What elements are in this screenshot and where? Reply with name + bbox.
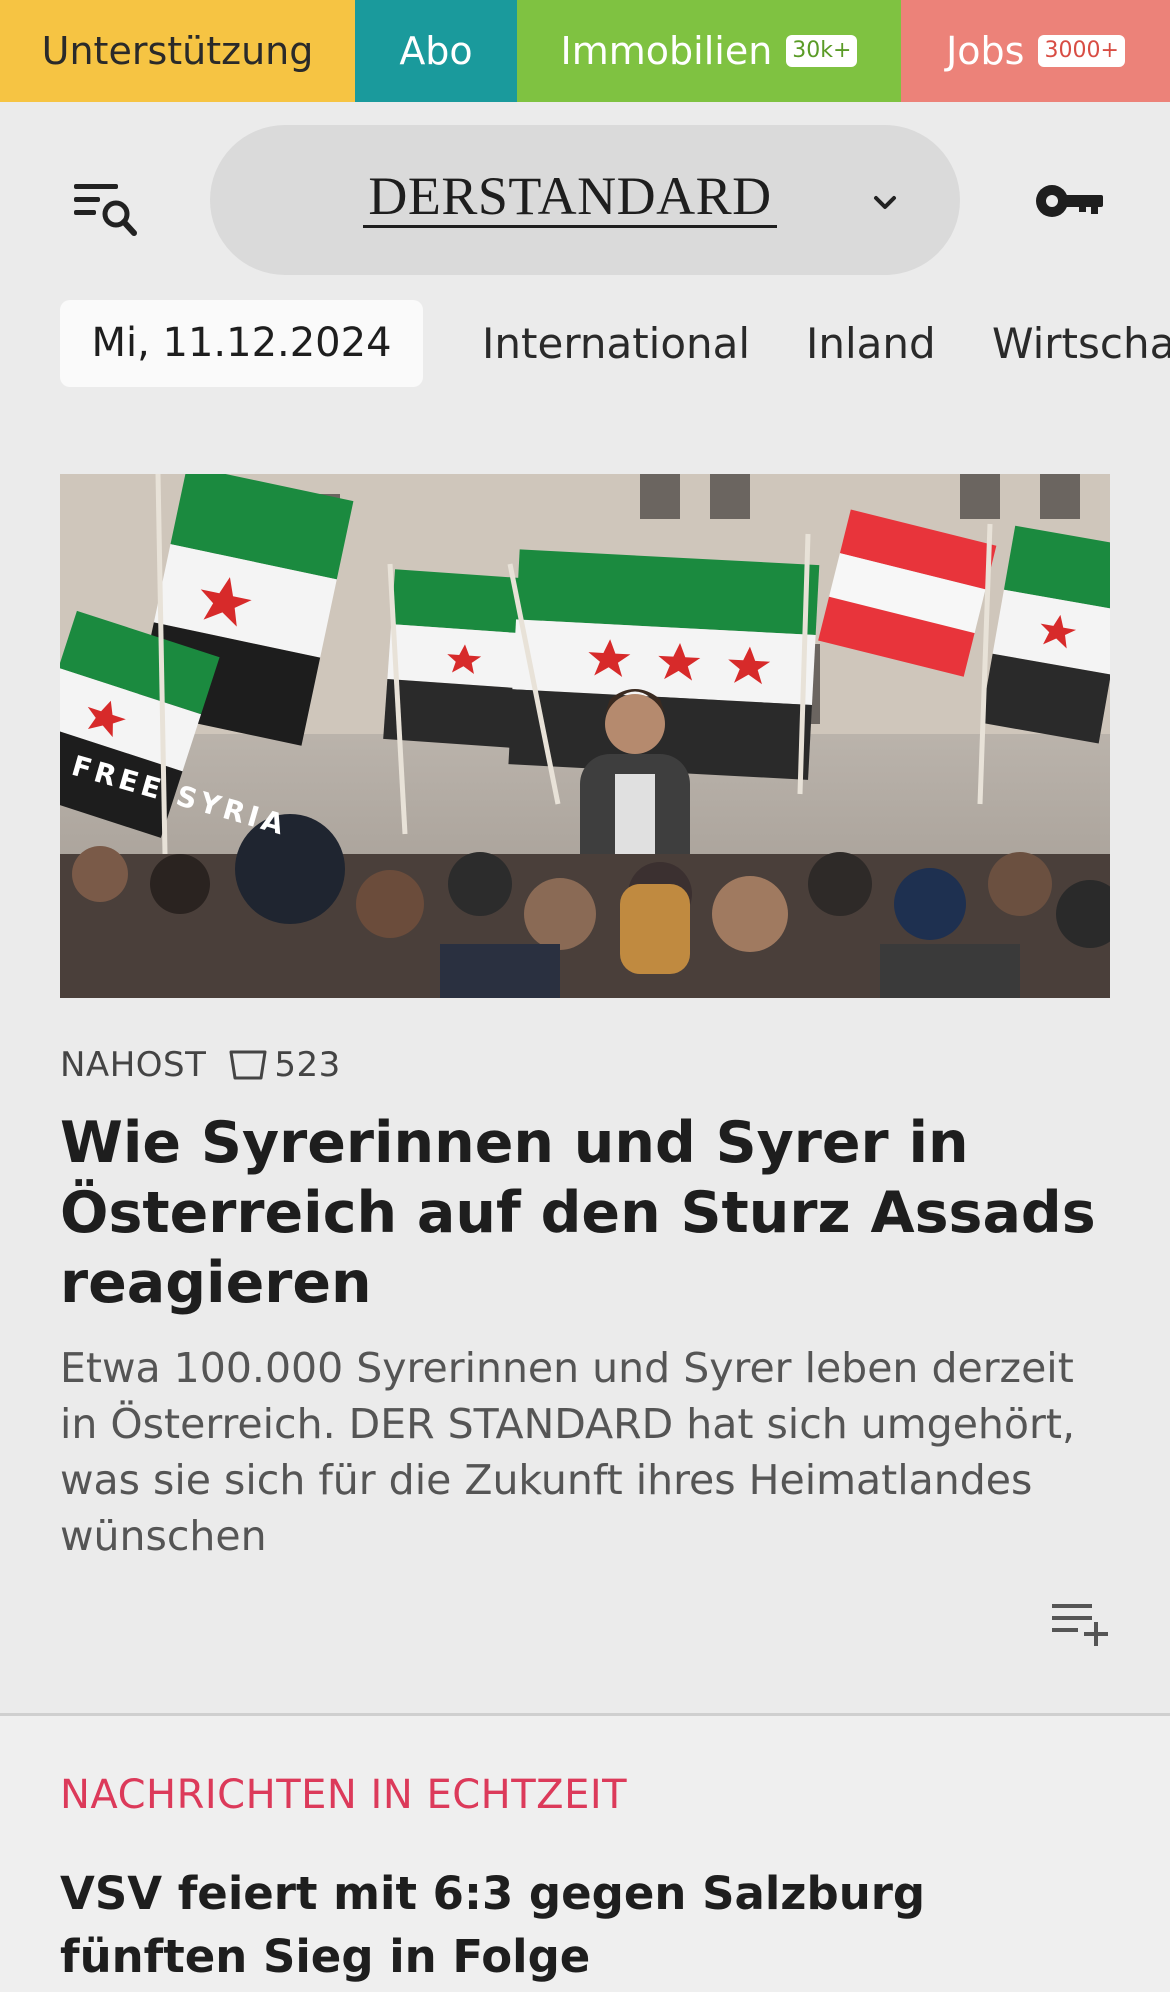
service-bar: Unterstützung Abo Immobilien 30k+ Jobs 300…: [0, 0, 1170, 102]
support-link[interactable]: Unterstützung: [0, 0, 355, 102]
logo-underline: [363, 225, 777, 228]
hero-image[interactable]: FREE SYRIA: [60, 474, 1110, 998]
jobs-count-badge: 3000+: [1038, 35, 1125, 67]
immobilien-label: Immobilien: [560, 29, 773, 73]
article-kicker: NAHOST 523: [60, 1040, 341, 1090]
immobilien-link[interactable]: Immobilien 30k+: [517, 0, 901, 102]
key-icon[interactable]: [1035, 178, 1105, 224]
support-label: Unterstützung: [41, 29, 314, 73]
abo-label: Abo: [399, 29, 473, 73]
abo-link[interactable]: Abo: [355, 0, 517, 102]
date-chip[interactable]: Mi, 11.12.2024: [60, 300, 423, 387]
article-headline[interactable]: Wie Syrerinnen und Syrer in Österreich a…: [60, 1108, 1110, 1318]
menu-search-icon[interactable]: [72, 180, 138, 238]
jobs-link[interactable]: Jobs 3000+: [901, 0, 1170, 102]
immobilien-count-badge: 30k+: [786, 35, 858, 67]
chevron-down-icon[interactable]: [870, 188, 900, 218]
comment-icon[interactable]: [228, 1049, 270, 1081]
live-news-headline[interactable]: VSV feiert mit 6:3 gegen Salzburg fünfte…: [60, 1862, 1120, 1988]
derstandard-logo[interactable]: DERSTANDARD: [362, 166, 778, 232]
live-news-label[interactable]: NACHRICHTEN IN ECHTZEIT: [60, 1772, 627, 1818]
jobs-label: Jobs: [946, 29, 1025, 73]
article-teaser[interactable]: Etwa 100.000 Syrerinnen und Syrer leben …: [60, 1340, 1120, 1564]
category-label[interactable]: NAHOST: [60, 1045, 206, 1085]
nav-international[interactable]: International: [482, 300, 750, 387]
add-to-reading-list-icon[interactable]: [1050, 1598, 1112, 1648]
nav-inland[interactable]: Inland: [806, 300, 936, 387]
nav-wirtschaft[interactable]: Wirtscha: [992, 300, 1170, 387]
comment-count[interactable]: 523: [274, 1045, 340, 1085]
